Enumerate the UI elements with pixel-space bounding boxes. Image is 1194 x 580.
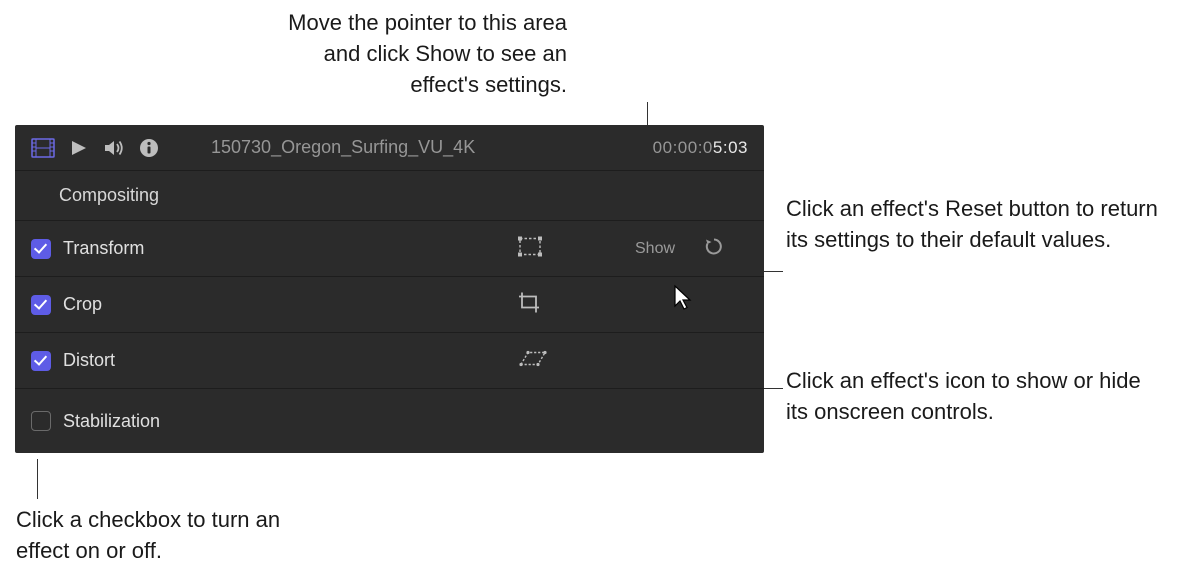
annotation-icon: Click an effect's icon to show or hide i…: [786, 366, 1166, 428]
effect-row-crop[interactable]: Crop: [15, 277, 764, 333]
reset-button[interactable]: [703, 235, 725, 262]
audio-tab-icon[interactable]: [103, 138, 125, 158]
effect-row-distort[interactable]: Distort: [15, 333, 764, 389]
effect-label: Crop: [63, 294, 102, 315]
effect-row-stabilization[interactable]: Stabilization: [15, 389, 764, 453]
crop-tool-icon[interactable]: [517, 290, 543, 319]
info-tab-icon[interactable]: [139, 138, 159, 158]
show-button[interactable]: Show: [635, 240, 675, 258]
transform-tool-icon[interactable]: [517, 235, 543, 262]
inspector-header: 150730_Oregon_Surfing_VU_4K 00:00:05:03: [15, 125, 764, 171]
effect-label: Distort: [63, 350, 115, 371]
video-tab-icon[interactable]: [31, 138, 55, 158]
section-label: Compositing: [59, 185, 159, 206]
video-inspector-panel: 150730_Oregon_Surfing_VU_4K 00:00:05:03 …: [15, 125, 764, 453]
annotation-reset: Click an effect's Reset button to return…: [786, 194, 1166, 256]
annotation-checkbox: Click a checkbox to turn an effect on or…: [16, 505, 316, 567]
effect-label: Stabilization: [63, 411, 160, 432]
section-compositing[interactable]: Compositing: [15, 171, 764, 221]
clip-name: 150730_Oregon_Surfing_VU_4K: [211, 137, 639, 158]
checkbox-stabilization[interactable]: [31, 411, 51, 431]
checkbox-distort[interactable]: [31, 351, 51, 371]
effect-label: Transform: [63, 238, 144, 259]
distort-tool-icon[interactable]: [517, 348, 547, 373]
checkbox-crop[interactable]: [31, 295, 51, 315]
leader-line: [37, 459, 38, 499]
effect-row-transform[interactable]: Transform Show: [15, 221, 764, 277]
color-tab-icon[interactable]: [69, 138, 89, 158]
annotation-show: Move the pointer to this area and click …: [281, 8, 567, 100]
timecode: 00:00:05:03: [653, 138, 748, 158]
checkbox-transform[interactable]: [31, 239, 51, 259]
